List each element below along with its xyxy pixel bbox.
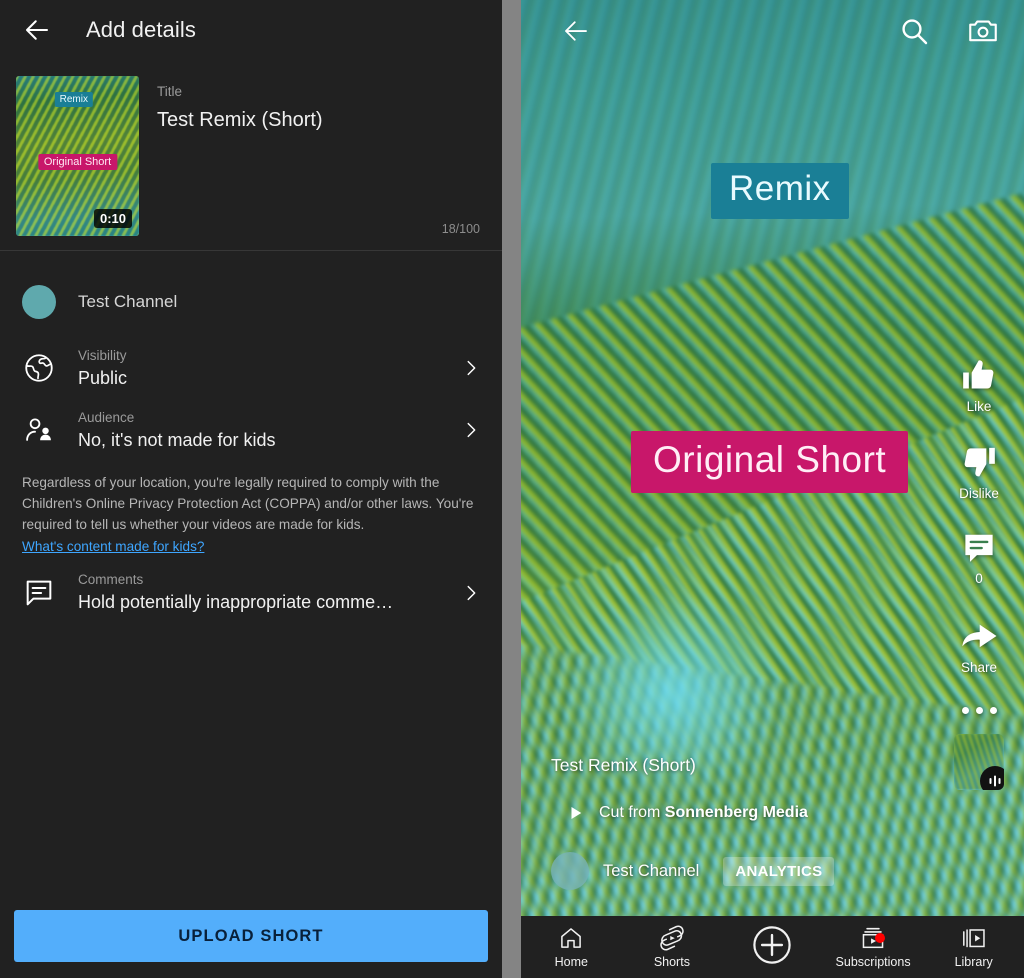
title-field-group[interactable]: Title Test Remix (Short) 18/100 (157, 76, 480, 236)
channel-name: Test Channel (78, 292, 177, 312)
setting-label-audience: Audience (78, 410, 438, 425)
nav-item-library[interactable]: Library (923, 925, 1024, 969)
comment-icon (960, 529, 998, 567)
app-screen: Add details Remix Original Short 0:10 Ti… (0, 0, 1024, 978)
player-channel-avatar (551, 852, 589, 890)
upload-button-container: UPLOAD SHORT (0, 910, 502, 962)
cut-from-source: Sonnenberg Media (665, 804, 808, 821)
dislike-button[interactable]: Dislike (959, 442, 999, 501)
sound-waveform-icon (980, 766, 1004, 790)
library-icon (961, 925, 987, 951)
comments-button[interactable]: 0 (960, 529, 998, 586)
overlay-remix-label: Remix (711, 163, 849, 219)
thumbnail-original-tag: Original Short (38, 154, 117, 170)
home-icon (558, 925, 584, 951)
setting-texts: Comments Hold potentially inappropriate … (78, 572, 438, 613)
thumbnail-duration: 0:10 (94, 209, 132, 228)
title-input[interactable]: Test Remix (Short) (157, 109, 480, 132)
nav-label-subscriptions: Subscriptions (836, 955, 911, 969)
dot (976, 707, 983, 714)
player-channel-row[interactable]: Test Channel ANALYTICS (551, 852, 932, 890)
video-thumbnail[interactable]: Remix Original Short 0:10 (16, 76, 139, 236)
back-arrow-icon[interactable] (561, 16, 591, 46)
thumbnail-remix-tag: Remix (55, 92, 93, 107)
audience-people-icon (22, 413, 56, 447)
coppa-disclaimer: Regardless of your location, you're lega… (0, 461, 502, 558)
action-rail: Like Dislike 0 Share (940, 355, 1018, 790)
dot (990, 707, 997, 714)
add-details-panel: Add details Remix Original Short 0:10 Ti… (0, 0, 502, 978)
bottom-navigation: Home Shorts (521, 916, 1024, 978)
coppa-body: Regardless of your location, you're lega… (22, 475, 473, 532)
coppa-link[interactable]: What's content made for kids? (22, 537, 480, 558)
share-arrow-icon (958, 614, 1000, 656)
nav-item-create[interactable] (722, 923, 823, 971)
setting-value-comments: Hold potentially inappropriate comme… (78, 592, 438, 613)
nav-item-shorts[interactable]: Shorts (622, 925, 723, 969)
nav-label-shorts: Shorts (654, 955, 690, 969)
setting-row-visibility[interactable]: Visibility Public (0, 337, 502, 399)
setting-row-audience[interactable]: Audience No, it's not made for kids (0, 399, 502, 461)
globe-icon (22, 351, 56, 385)
setting-texts: Audience No, it's not made for kids (78, 410, 438, 451)
chevron-right-icon[interactable] (460, 357, 482, 379)
player-info: Test Remix (Short) Cut from Sonnenberg M… (551, 755, 932, 890)
setting-label-visibility: Visibility (78, 348, 438, 363)
like-button[interactable]: Like (959, 355, 999, 414)
left-header: Add details (0, 0, 502, 60)
comment-box-icon (22, 576, 56, 610)
analytics-chip[interactable]: ANALYTICS (723, 857, 834, 886)
player-topbar (521, 0, 1024, 62)
page-title: Add details (86, 17, 196, 43)
waveform-bars (987, 773, 1003, 789)
thumbs-down-icon (959, 442, 999, 482)
nav-item-subscriptions[interactable]: Subscriptions (823, 925, 924, 969)
dot (962, 707, 969, 714)
setting-value-audience: No, it's not made for kids (78, 430, 438, 451)
share-button[interactable]: Share (958, 614, 1000, 675)
chevron-right-icon[interactable] (460, 582, 482, 604)
title-field-label: Title (157, 84, 480, 99)
more-options-dots-icon[interactable] (962, 707, 997, 714)
play-triangle-icon (567, 804, 585, 822)
panel-divider (502, 0, 521, 978)
setting-label-comments: Comments (78, 572, 438, 587)
channel-row[interactable]: Test Channel (0, 251, 502, 337)
setting-value-visibility: Public (78, 368, 438, 389)
chevron-right-icon[interactable] (460, 419, 482, 441)
comment-count: 0 (975, 571, 983, 586)
camera-icon[interactable] (966, 14, 1000, 48)
player-video-title: Test Remix (Short) (551, 755, 932, 776)
back-arrow-icon[interactable] (22, 15, 52, 45)
player-channel-name: Test Channel (603, 862, 699, 881)
dislike-label: Dislike (959, 486, 999, 501)
shorts-player-panel: Remix Original Short Like Dislike (521, 0, 1024, 978)
upload-short-button[interactable]: UPLOAD SHORT (14, 910, 488, 962)
channel-avatar (22, 285, 56, 319)
setting-texts: Visibility Public (78, 348, 438, 389)
nav-label-home: Home (555, 955, 588, 969)
nav-item-home[interactable]: Home (521, 925, 622, 969)
title-row: Remix Original Short 0:10 Title Test Rem… (0, 60, 502, 250)
like-label: Like (967, 399, 992, 414)
cut-from-prefix: Cut from (599, 804, 665, 821)
overlay-original-label: Original Short (631, 431, 908, 493)
nav-label-library: Library (955, 955, 993, 969)
setting-row-comments[interactable]: Comments Hold potentially inappropriate … (0, 562, 502, 624)
sound-disc-thumbnail[interactable] (954, 734, 1004, 790)
share-label: Share (961, 660, 997, 675)
title-char-counter: 18/100 (442, 222, 480, 236)
create-plus-icon (750, 923, 794, 967)
search-icon[interactable] (898, 15, 930, 47)
thumbs-up-icon (959, 355, 999, 395)
cut-from-row[interactable]: Cut from Sonnenberg Media (551, 804, 932, 822)
shorts-icon (659, 925, 685, 951)
cut-from-text: Cut from Sonnenberg Media (599, 804, 808, 822)
